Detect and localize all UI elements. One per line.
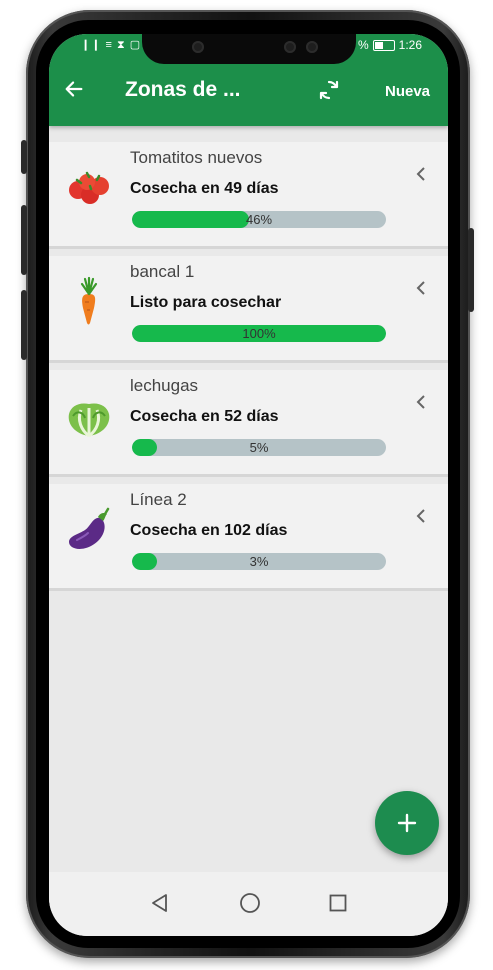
nav-recents-button[interactable] <box>323 888 353 918</box>
chevron-left-icon[interactable] <box>415 508 427 524</box>
progress-label: 100% <box>242 326 276 341</box>
phone-side-button <box>21 290 27 360</box>
nav-back-button[interactable] <box>145 888 175 918</box>
progress-label: 5% <box>249 440 269 455</box>
phone-side-button <box>21 205 27 275</box>
camera-icon <box>192 41 204 53</box>
progress-bar: 5% <box>132 439 386 456</box>
zone-harvest: Cosecha en 102 días <box>130 522 288 539</box>
new-zone-button[interactable]: Nueva <box>385 83 430 100</box>
status-time: 1:26 <box>398 38 422 52</box>
zone-name: Línea 2 <box>130 490 187 509</box>
zone-harvest: Listo para cosechar <box>130 294 282 311</box>
sensor-icon <box>306 41 318 53</box>
nav-recents-icon <box>329 894 347 912</box>
system-nav-bar <box>49 872 448 936</box>
arrow-left-icon[interactable] <box>63 78 85 100</box>
zone-card[interactable]: lechugas Cosecha en 52 días 5% <box>49 370 448 477</box>
app-bar: Zonas de ... Nueva <box>49 58 448 126</box>
progress-label: 46% <box>245 212 273 227</box>
progress-label: 3% <box>249 554 269 569</box>
screen: ❙❙ ≡ ⧗ ▢ % 1:26 Zonas de ... Nueva Tomat… <box>49 34 448 936</box>
status-right: % 1:26 <box>358 38 422 52</box>
zone-name: bancal 1 <box>130 262 195 281</box>
zone-card[interactable]: bancal 1 Listo para cosechar 100% <box>49 256 448 363</box>
progress-bar: 100% <box>132 325 386 342</box>
eggplant-icon <box>69 507 110 549</box>
progress-bar: 3% <box>132 553 386 570</box>
nav-back-icon <box>152 894 167 912</box>
phone-side-button <box>21 140 27 174</box>
zone-card[interactable]: Línea 2 Cosecha en 102 días 3% <box>49 484 448 591</box>
sensor-icon <box>284 41 296 53</box>
page-title: Zonas de ... <box>125 78 241 101</box>
nav-home-button[interactable] <box>235 888 265 918</box>
chevron-left-icon[interactable] <box>415 394 427 410</box>
plus-icon <box>397 813 417 833</box>
zone-name: lechugas <box>130 376 199 395</box>
add-zone-fab[interactable] <box>375 791 439 855</box>
chevron-left-icon[interactable] <box>415 280 427 296</box>
zone-harvest: Cosecha en 49 días <box>130 180 279 197</box>
progress-bar: 46% <box>132 211 386 228</box>
phone-side-button <box>468 228 474 312</box>
zone-harvest: Cosecha en 52 días <box>130 408 279 425</box>
battery-icon <box>372 39 395 51</box>
lettuce-icon <box>68 403 110 438</box>
zone-name: Tomatitos nuevos <box>130 148 263 167</box>
chevron-left-icon[interactable] <box>415 166 427 182</box>
battery-percent: % <box>357 38 369 52</box>
notch <box>142 34 356 64</box>
nav-home-icon <box>240 893 260 913</box>
status-icons: ❙❙ ≡ ⧗ ▢ <box>81 39 142 51</box>
tomato-icon <box>69 171 109 204</box>
carrot-icon <box>80 276 98 325</box>
sync-icon[interactable] <box>317 78 341 102</box>
zone-card[interactable]: Tomatitos nuevos Cosecha en 49 días 46% <box>49 142 448 249</box>
